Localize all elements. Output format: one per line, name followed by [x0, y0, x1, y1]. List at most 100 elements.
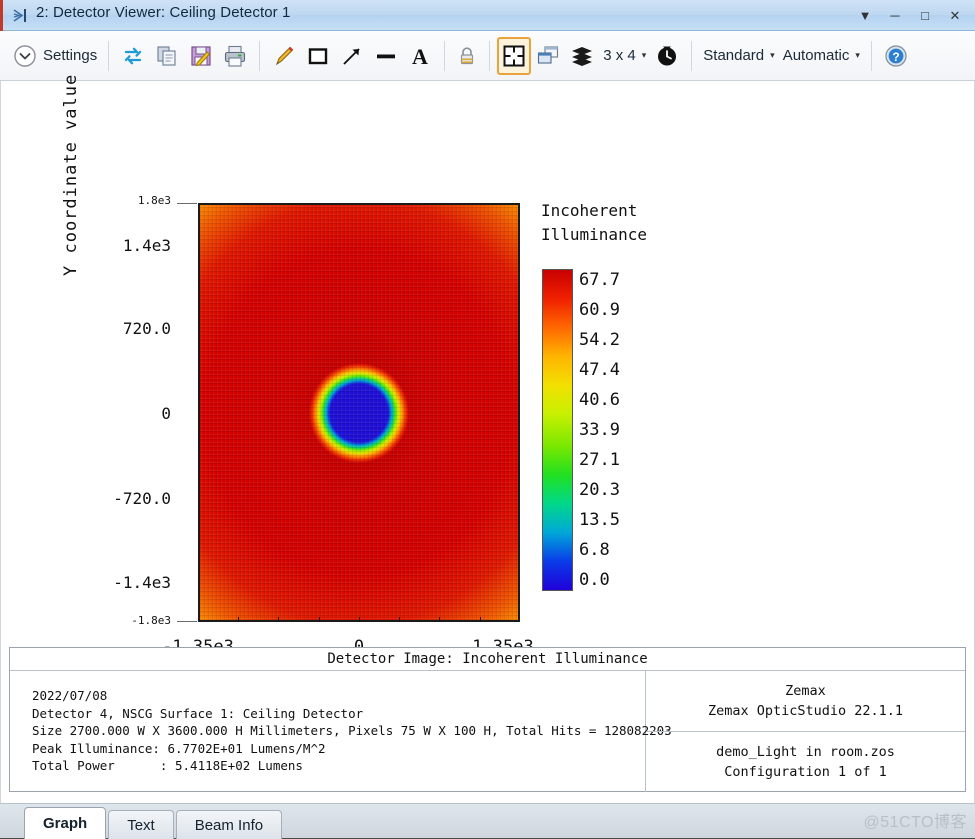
window-dropdown-button[interactable]: ▼ — [851, 3, 879, 29]
line-annotation-button[interactable] — [369, 37, 403, 75]
pencil-annotation-button[interactable] — [267, 37, 301, 75]
x-tick-mark-1 — [278, 617, 279, 622]
text-annotation-button[interactable]: A — [403, 37, 437, 75]
tab-list: Graph Text Beam Info — [24, 807, 284, 839]
rectangle-annotation-button[interactable] — [301, 37, 335, 75]
layers-button[interactable] — [565, 37, 599, 75]
watermark: @51CTO博客 — [863, 814, 967, 831]
line-annotation-icon — [373, 43, 399, 69]
pencil-annotation-icon — [271, 43, 297, 69]
colorbar — [542, 269, 573, 591]
configuration: Configuration 1 of 1 — [724, 764, 887, 780]
y-axis-end-dash-top — [177, 203, 197, 204]
tab-beam-info[interactable]: Beam Info — [175, 810, 283, 839]
refresh-button[interactable] — [116, 37, 150, 75]
svg-text:A: A — [412, 44, 428, 69]
toolbar-separator-3 — [444, 40, 446, 71]
style-label: Standard — [703, 47, 765, 64]
detector-window-icon — [12, 6, 31, 25]
text-annotation-icon: A — [407, 43, 433, 69]
colorbar-tick-3: 47.4 — [579, 360, 620, 380]
info-line-peak: Peak Illuminance: 6.7702E+01 Lumens/M^2 — [32, 740, 326, 756]
grid-size-selector[interactable]: 3 x 4 ▾ — [599, 37, 650, 75]
svg-text:?: ? — [892, 50, 899, 64]
toolbar-separator-4 — [489, 40, 491, 71]
colorbar-tick-7: 20.3 — [579, 480, 620, 500]
tab-bar: Graph Text Beam Info — [0, 803, 975, 839]
tile-windows-button[interactable] — [497, 36, 532, 75]
colorbar-tick-0: 67.7 — [579, 270, 620, 290]
cascade-windows-icon — [535, 43, 561, 69]
info-line-date: 2022/07/08 — [32, 688, 108, 703]
colorbar-tick-2: 54.2 — [579, 330, 620, 350]
toolbar: Settings A 3 x 4 ▾ Standard ▾ Automatic … — [0, 31, 975, 81]
colorbar-title-line2: Illuminance — [541, 225, 647, 244]
x-tick-mark-2 — [319, 617, 320, 622]
info-panel-header: Detector Image: Incoherent Illuminance — [10, 648, 965, 671]
chevron-down-icon: ▾ — [770, 50, 775, 60]
chevron-down-icon: ▾ — [641, 50, 647, 60]
settings-button[interactable]: Settings — [8, 37, 101, 75]
toolbar-separator-5 — [691, 40, 693, 71]
detector-heatmap[interactable] — [198, 203, 520, 622]
x-tick-mark-5 — [439, 617, 440, 622]
y-tick-label-1: 1.4e3 — [122, 236, 171, 255]
colorbar-tick-5: 33.9 — [579, 420, 620, 440]
save-button[interactable] — [184, 37, 218, 75]
toolbar-separator-6 — [870, 40, 872, 71]
print-icon — [222, 43, 248, 69]
title-bar: 2: Detector Viewer: Ceiling Detector 1 ▼… — [0, 0, 975, 31]
tile-windows-icon — [501, 43, 527, 69]
detector-viewer-window: 2: Detector Viewer: Ceiling Detector 1 ▼… — [0, 0, 975, 839]
toolbar-separator-2 — [259, 40, 261, 71]
minimize-button[interactable]: ─ — [881, 3, 909, 29]
chevron-down-circle-icon — [12, 43, 38, 69]
info-line-size: Size 2700.000 W X 3600.000 H Millimeters… — [32, 723, 672, 738]
title-accent-stripe — [0, 0, 3, 31]
x-tick-mark-3 — [359, 617, 360, 622]
info-panel-left: 2022/07/08 Detector 4, NSCG Surface 1: C… — [10, 671, 672, 792]
y-tick-label-6: -1.8e3 — [131, 614, 171, 627]
maximize-button[interactable]: □ — [911, 3, 939, 29]
y-tick-label-3: 0 — [161, 404, 171, 423]
tab-text[interactable]: Text — [108, 810, 174, 839]
file-name: demo_Light in room.zos — [716, 744, 895, 760]
grid-size-label: 3 x 4 — [603, 47, 636, 64]
reset-clock-button[interactable] — [650, 37, 684, 75]
close-button[interactable]: ✕ — [941, 3, 969, 29]
rectangle-annotation-icon — [305, 43, 331, 69]
copy-button[interactable] — [150, 37, 184, 75]
reset-clock-icon — [654, 43, 680, 69]
chevron-down-icon: ▾ — [855, 50, 860, 60]
window-title: 2: Detector Viewer: Ceiling Detector 1 — [36, 4, 291, 21]
info-panel-file: demo_Light in room.zos Configuration 1 o… — [646, 732, 965, 792]
copy-icon — [154, 43, 180, 69]
colorbar-title-line1: Incoherent — [541, 201, 638, 220]
graph-pane: Y coordinate value 1.8e3 1.4e3 720.0 0 -… — [1, 74, 974, 685]
y-axis-end-dash-bottom — [177, 621, 197, 622]
info-panel-vendor: Zemax Zemax OpticStudio 22.1.1 — [646, 671, 965, 732]
content-area: Y coordinate value 1.8e3 1.4e3 720.0 0 -… — [0, 74, 975, 803]
y-tick-label-4: -720.0 — [113, 489, 171, 508]
info-panel-body: 2022/07/08 Detector 4, NSCG Surface 1: C… — [10, 671, 965, 792]
arrow-annotation-button[interactable] — [335, 37, 369, 75]
print-button[interactable] — [218, 37, 252, 75]
style-selector[interactable]: Standard ▾ — [699, 37, 778, 75]
scale-selector[interactable]: Automatic ▾ — [779, 37, 864, 75]
toolbar-separator-1 — [108, 40, 110, 71]
x-tick-mark-0 — [238, 617, 239, 622]
x-tick-mark-6 — [480, 617, 481, 622]
y-tick-label-2: 720.0 — [122, 319, 171, 338]
cascade-windows-button[interactable] — [531, 37, 565, 75]
vendor-name: Zemax — [785, 683, 826, 699]
y-tick-label-5: -1.4e3 — [113, 573, 171, 592]
colorbar-tick-10: 0.0 — [579, 570, 610, 590]
tab-graph[interactable]: Graph — [24, 807, 107, 839]
help-button[interactable]: ? — [879, 37, 913, 75]
refresh-icon — [120, 43, 146, 69]
colorbar-tick-9: 6.8 — [579, 540, 610, 560]
x-tick-mark-4 — [399, 617, 400, 622]
arrow-annotation-icon — [339, 43, 365, 69]
heatmap-pixel-noise — [200, 205, 518, 620]
lock-button[interactable] — [452, 37, 482, 75]
